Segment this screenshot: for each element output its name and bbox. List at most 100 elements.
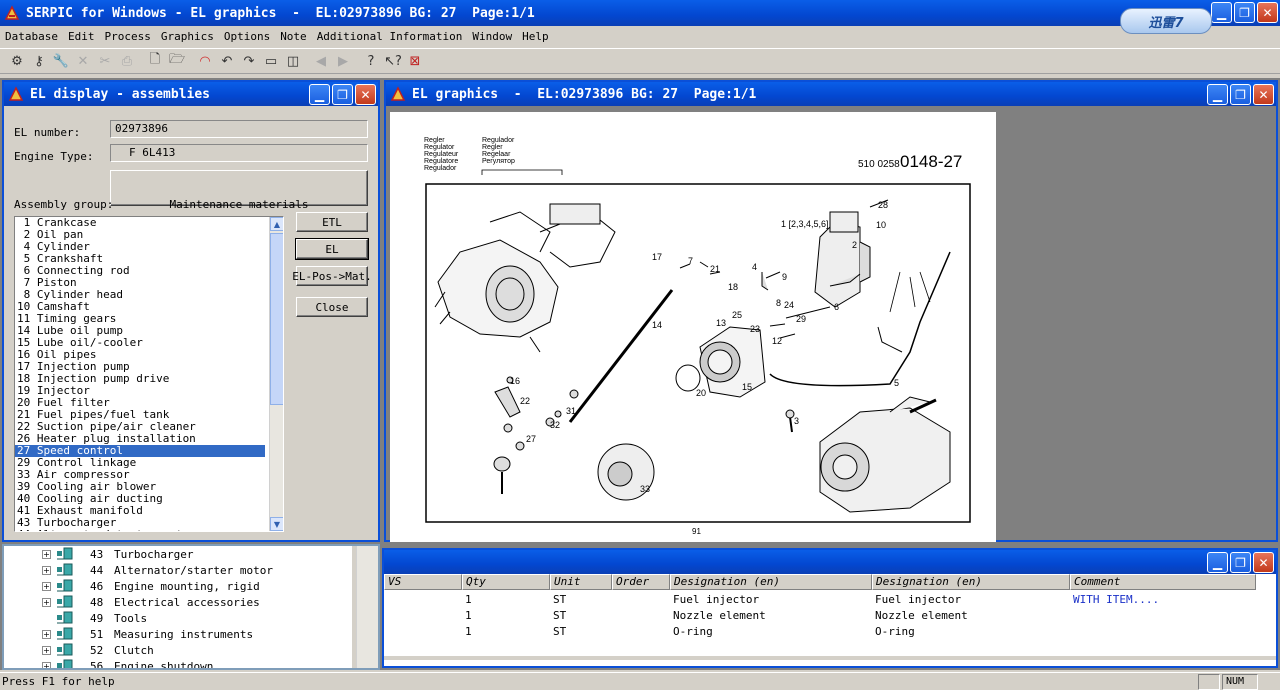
parts-hscroll[interactable] xyxy=(384,656,1276,660)
part-callout[interactable]: 25 xyxy=(732,310,742,320)
wrench-icon[interactable]: 🔧 xyxy=(50,50,72,72)
tree-node[interactable]: +46 Engine mounting, rigid xyxy=(4,578,352,594)
rainbow-icon[interactable]: ◠ xyxy=(194,50,216,72)
part-callout[interactable]: 23 xyxy=(750,324,760,334)
menu-process[interactable]: Process xyxy=(99,30,155,43)
expand-icon[interactable]: + xyxy=(42,661,51,668)
part-callout[interactable]: 31 xyxy=(566,406,576,416)
part-callout[interactable]: 13 xyxy=(716,318,726,328)
col-designation-en-2[interactable]: Designation (en) xyxy=(872,574,1070,590)
part-callout[interactable]: 6 xyxy=(834,302,839,312)
part-callout[interactable]: 9 xyxy=(782,272,787,282)
menu-options[interactable]: Options xyxy=(219,30,275,43)
expand-icon[interactable]: + xyxy=(42,629,51,639)
expand-icon[interactable]: + xyxy=(42,597,51,607)
scroll-down-icon[interactable]: ▼ xyxy=(270,517,283,531)
context-help-icon[interactable]: ↖? xyxy=(382,50,404,72)
col-designation-en[interactable]: Designation (en) xyxy=(670,574,872,590)
redo-icon[interactable]: ↷ xyxy=(238,50,260,72)
part-callout[interactable]: 4 xyxy=(752,262,757,272)
delete-icon[interactable]: ✕ xyxy=(72,50,94,72)
part-callout[interactable]: 27 xyxy=(526,434,536,444)
tree-node[interactable]: +48 Electrical accessories xyxy=(4,594,352,610)
part-callout[interactable]: 17 xyxy=(652,252,662,262)
col-comment[interactable]: Comment xyxy=(1070,574,1256,590)
menu-database[interactable]: Database xyxy=(0,30,63,43)
vehicle-icon[interactable]: ⚙ xyxy=(6,50,28,72)
part-callout[interactable]: 5 xyxy=(894,378,899,388)
engine-type-field[interactable]: F 6L413 xyxy=(110,144,368,162)
assembly-tree[interactable]: +43 Turbocharger +44 Alternator/starter mot… xyxy=(4,546,352,668)
part-callout[interactable]: 32 xyxy=(550,420,560,430)
maximize-button[interactable]: ❐ xyxy=(1230,84,1251,105)
part-callout[interactable]: 16 xyxy=(510,376,520,386)
maximize-button[interactable]: ❐ xyxy=(332,84,353,105)
part-callout[interactable]: 12 xyxy=(772,336,782,346)
menu-edit[interactable]: Edit xyxy=(63,30,100,43)
el-button[interactable]: EL xyxy=(295,238,369,260)
table-row[interactable]: 1 ST Nozzle element Nozzle element xyxy=(384,608,1276,624)
new-page-icon[interactable]: 🗋 xyxy=(144,50,166,72)
window-icon[interactable]: ▭ xyxy=(260,50,282,72)
part-callout[interactable]: 3 xyxy=(794,416,799,426)
part-callout[interactable]: 21 xyxy=(710,264,720,274)
col-unit[interactable]: Unit xyxy=(550,574,612,590)
tree-node[interactable]: +51 Measuring instruments xyxy=(4,626,352,642)
minimize-button[interactable]: ▁ xyxy=(1207,552,1228,573)
table-row[interactable]: 1 ST O-ring O-ring xyxy=(384,624,1276,640)
part-callout[interactable]: 7 xyxy=(688,256,693,266)
split-window-icon[interactable]: ◫ xyxy=(282,50,304,72)
minimize-button[interactable]: ▁ xyxy=(309,84,330,105)
close-button[interactable]: ✕ xyxy=(1253,552,1274,573)
part-callout[interactable]: 22 xyxy=(520,396,530,406)
part-callout[interactable]: 10 xyxy=(876,220,886,230)
restore-button[interactable]: ❐ xyxy=(1234,2,1255,23)
menu-additional-information[interactable]: Additional Information xyxy=(312,30,468,43)
el-number-field[interactable]: 02973896 xyxy=(110,120,368,138)
menu-window[interactable]: Window xyxy=(467,30,517,43)
expand-icon[interactable]: + xyxy=(42,549,51,559)
tree-node[interactable]: +43 Turbocharger xyxy=(4,546,352,562)
col-order[interactable]: Order xyxy=(612,574,670,590)
close-button[interactable]: ✕ xyxy=(1257,2,1278,23)
tree-node[interactable]: +44 Alternator/starter motor xyxy=(4,562,352,578)
tree-scrollbar[interactable] xyxy=(356,546,378,668)
scroll-up-icon[interactable]: ▲ xyxy=(270,217,283,231)
undo-icon[interactable]: ↶ xyxy=(216,50,238,72)
tree-node[interactable]: 49 Tools xyxy=(4,610,352,626)
col-qty[interactable]: Qty xyxy=(462,574,550,590)
part-callout[interactable]: 29 xyxy=(796,314,806,324)
part-callout[interactable]: 33 xyxy=(640,484,650,494)
maintenance-materials-button[interactable]: Maintenance materials Upselling xyxy=(110,170,368,247)
tree-node[interactable]: +56 Engine shutdown xyxy=(4,658,352,668)
el-pos-mat-button[interactable]: EL-Pos->Mat. xyxy=(292,266,372,286)
part-callout[interactable]: 24 xyxy=(784,300,794,310)
key-icon[interactable]: ⚷ xyxy=(28,50,50,72)
part-callout[interactable]: 18 xyxy=(728,282,738,292)
expand-icon[interactable]: + xyxy=(42,565,51,575)
list-item[interactable]: 44 Alternator/starter motor xyxy=(15,529,265,532)
help-icon[interactable]: ? xyxy=(360,50,382,72)
expand-icon[interactable]: + xyxy=(42,645,51,655)
list-scrollbar[interactable]: ▲ ▼ xyxy=(269,217,283,531)
xunlei-badge[interactable]: 迅雷7 xyxy=(1120,8,1212,34)
table-row[interactable]: 1 ST Fuel injector Fuel injector WITH ITEM..… xyxy=(384,592,1276,608)
part-callout[interactable]: 2 xyxy=(852,240,857,250)
close-dialog-button[interactable]: Close xyxy=(296,297,368,317)
part-callout[interactable]: 20 xyxy=(696,388,706,398)
part-callout[interactable]: 28 xyxy=(878,200,888,210)
menu-note[interactable]: Note xyxy=(275,30,312,43)
exploded-drawing[interactable]: Regler Regulator Regulateur Regulatore R… xyxy=(390,112,996,542)
minimize-button[interactable]: ▁ xyxy=(1207,84,1228,105)
menu-help[interactable]: Help xyxy=(517,30,554,43)
scroll-thumb[interactable] xyxy=(270,233,283,405)
part-callout[interactable]: 8 xyxy=(776,298,781,308)
assembly-group-list[interactable]: 1 Crankcase 2 Oil pan 4 Cylinder 5 Crank… xyxy=(14,216,284,532)
close-button[interactable]: ✕ xyxy=(1253,84,1274,105)
open-folder-icon[interactable]: 🗁 xyxy=(166,50,188,72)
print-icon[interactable]: ⎙ xyxy=(116,50,138,72)
maximize-button[interactable]: ❐ xyxy=(1230,552,1251,573)
tree-node[interactable]: +52 Clutch xyxy=(4,642,352,658)
cut-icon[interactable]: ✂ xyxy=(94,50,116,72)
close-button[interactable]: ✕ xyxy=(355,84,376,105)
